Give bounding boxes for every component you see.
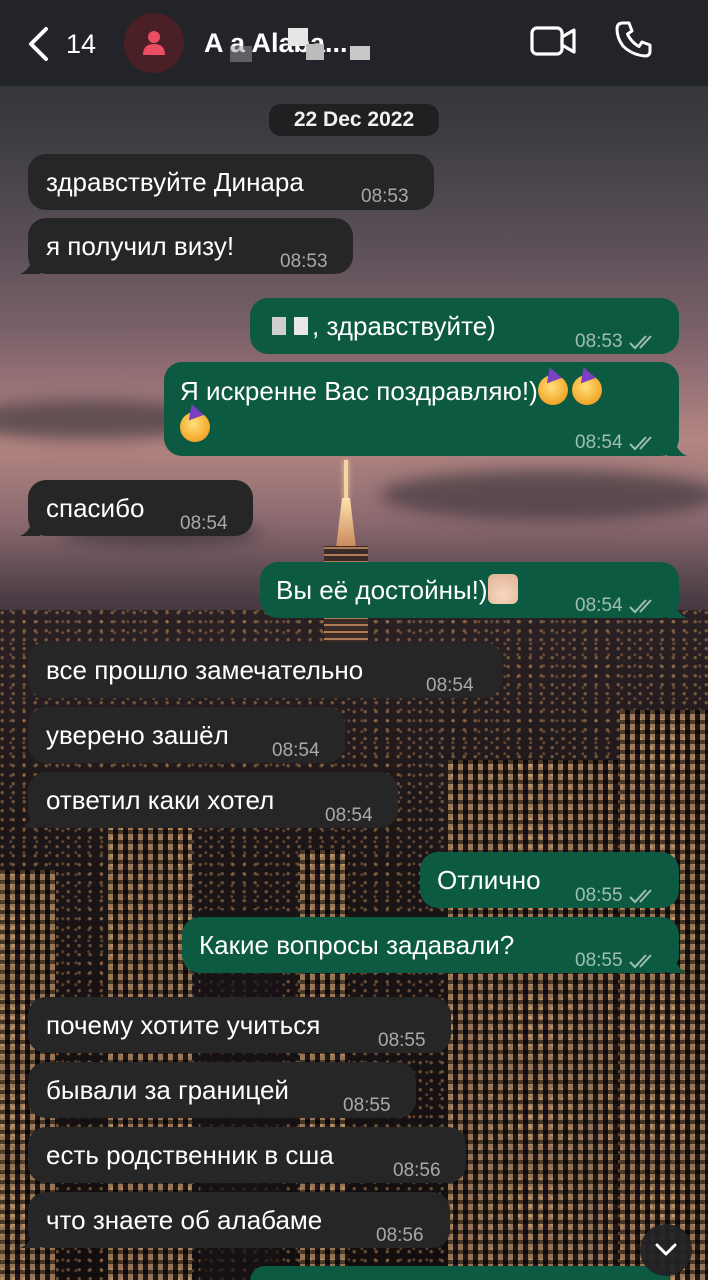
video-call-button[interactable] xyxy=(530,24,580,64)
message-text: что знаете об алабаме xyxy=(46,1205,323,1235)
person-icon xyxy=(143,31,165,55)
message-incoming[interactable]: бывали за границей 08:55 xyxy=(28,1062,416,1118)
message-time: 08:55 xyxy=(343,1095,391,1116)
chevron-left-icon xyxy=(18,22,58,66)
unread-count: 14 xyxy=(66,28,97,59)
message-time: 08:56 xyxy=(376,1225,424,1246)
chat-header: 14 A a Alaba... xyxy=(0,0,708,86)
bubble-tail xyxy=(667,957,687,973)
message-incoming[interactable]: ответил каки хотел 08:54 xyxy=(20,772,398,828)
message-time: 08:53 xyxy=(280,251,328,272)
message-outgoing[interactable]: Отлично 08:55 xyxy=(420,852,679,908)
message-time: 08:54 xyxy=(575,432,623,453)
message-outgoing[interactable]: , здравствуйте) 08:53 xyxy=(250,298,679,354)
message-time: 08:55 xyxy=(378,1030,426,1051)
thumbs-up-emoji-icon xyxy=(487,574,518,604)
message-outgoing[interactable]: Какие вопросы задавали? 08:55 xyxy=(182,917,687,973)
bubble-tail xyxy=(20,812,40,828)
party-face-emoji-icon xyxy=(180,412,210,442)
party-face-emoji-icon xyxy=(537,375,568,405)
double-check-icon xyxy=(628,599,652,614)
message-time: 08:53 xyxy=(361,186,409,207)
message-outgoing-partial xyxy=(250,1266,670,1280)
bubble-tail xyxy=(667,440,687,456)
message-text: уверено зашёл xyxy=(46,720,229,750)
message-text: здравствуйте Динара xyxy=(46,167,304,197)
message-time: 08:53 xyxy=(575,331,623,352)
message-incoming[interactable]: я получил визу! 08:53 xyxy=(20,218,353,274)
voice-call-button[interactable] xyxy=(614,20,658,64)
message-incoming[interactable]: что знаете об алабаме 08:56 xyxy=(20,1192,450,1248)
bubble-tail xyxy=(667,602,687,618)
message-time: 08:54 xyxy=(272,740,320,761)
message-outgoing[interactable]: Я искренне Вас поздравляю!) 08:54 xyxy=(164,362,687,456)
back-button[interactable]: 14 xyxy=(18,22,96,66)
message-outgoing[interactable]: Вы её достойны!) 08:54 xyxy=(260,562,687,618)
bubble-tail xyxy=(20,1232,40,1248)
double-check-icon xyxy=(628,335,652,350)
message-text: Вы её достойны!) xyxy=(276,575,488,605)
message-text: ответил каки хотел xyxy=(46,785,275,815)
message-incoming[interactable]: уверено зашёл 08:54 xyxy=(28,707,345,763)
message-time: 08:55 xyxy=(575,885,623,906)
message-incoming[interactable]: почему хотите учиться 08:55 xyxy=(28,997,451,1053)
scroll-to-bottom-button[interactable] xyxy=(640,1224,692,1276)
message-time: 08:56 xyxy=(393,1160,441,1181)
bubble-tail xyxy=(20,520,40,536)
message-text: я получил визу! xyxy=(46,231,235,261)
message-time: 08:54 xyxy=(575,595,623,616)
message-text: спасибо xyxy=(46,493,145,523)
message-text: почему хотите учиться xyxy=(46,1010,321,1040)
message-time: 08:54 xyxy=(180,513,228,534)
party-face-emoji-icon xyxy=(571,375,602,405)
message-text: бывали за границей xyxy=(46,1075,289,1105)
message-incoming[interactable]: есть родственник в сша 08:56 xyxy=(28,1127,466,1183)
double-check-icon xyxy=(628,436,652,451)
redacted-name xyxy=(272,317,286,335)
message-incoming[interactable]: все прошло замечательно 08:54 xyxy=(28,642,502,698)
avatar[interactable] xyxy=(124,13,184,73)
date-separator: 22 Dec 2022 xyxy=(269,104,439,136)
message-time: 08:54 xyxy=(426,675,474,696)
phone-icon xyxy=(615,21,652,58)
message-text: Отлично xyxy=(437,865,541,895)
bubble-tail xyxy=(20,258,40,274)
message-text: Какие вопросы задавали? xyxy=(199,930,515,960)
double-check-icon xyxy=(628,889,652,904)
message-text: есть родственник в сша xyxy=(46,1140,334,1170)
message-text: все прошло замечательно xyxy=(46,655,364,685)
double-check-icon xyxy=(628,954,652,969)
redacted-name xyxy=(294,317,308,335)
message-time: 08:54 xyxy=(325,805,373,826)
video-camera-icon xyxy=(530,26,576,56)
message-text: Я искренне Вас поздравляю!) xyxy=(180,376,538,406)
chevron-down-icon xyxy=(655,1243,677,1256)
message-incoming[interactable]: здравствуйте Динара 08:53 xyxy=(28,154,434,210)
message-text: , здравствуйте) xyxy=(312,311,496,341)
message-incoming[interactable]: спасибо 08:54 xyxy=(20,480,253,536)
message-time: 08:55 xyxy=(575,950,623,971)
